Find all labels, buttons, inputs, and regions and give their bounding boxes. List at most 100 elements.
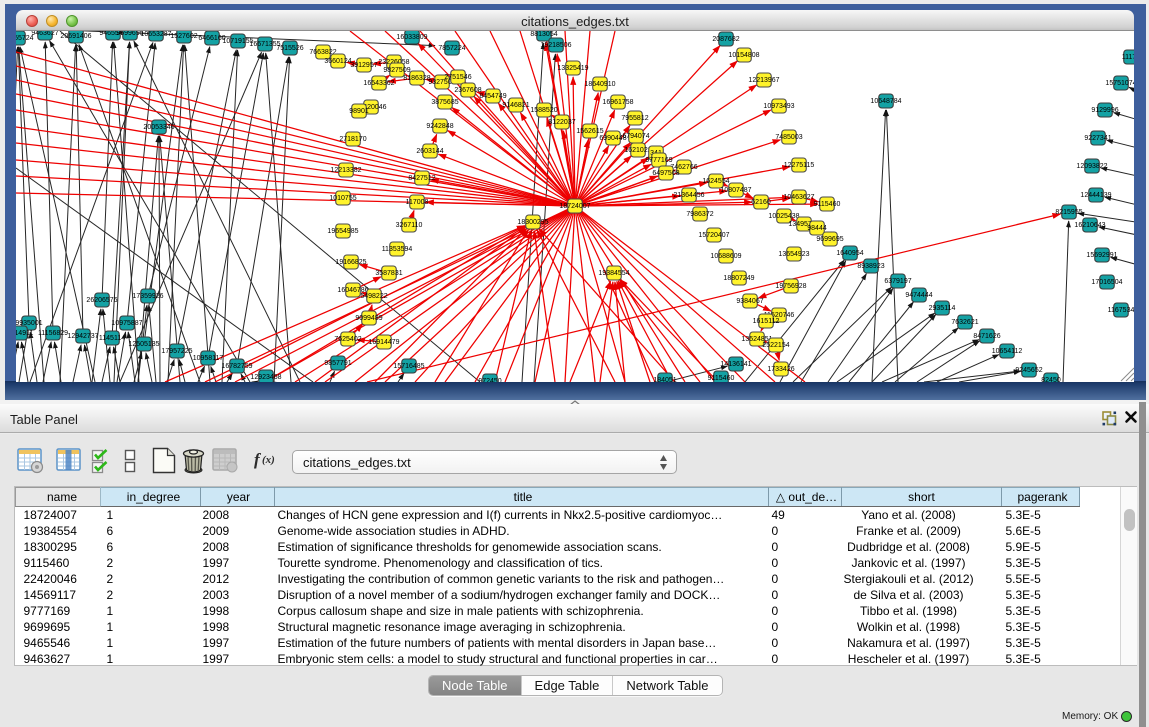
svg-text:117008: 117008 [406, 199, 429, 206]
svg-text:7857224: 7857224 [438, 45, 465, 52]
svg-text:2367608: 2367608 [454, 87, 481, 94]
svg-text:98444: 98444 [807, 225, 827, 232]
svg-text:10975887: 10975887 [111, 320, 142, 327]
svg-text:13325419: 13325419 [557, 65, 588, 72]
svg-text:7485003: 7485003 [775, 134, 802, 141]
svg-text:12942737: 12942737 [67, 333, 98, 340]
svg-text:184051: 184051 [653, 377, 676, 382]
svg-text:17957225: 17957225 [161, 348, 192, 355]
svg-text:9129996: 9129996 [1091, 107, 1118, 114]
svg-text:9914911: 9914911 [16, 330, 33, 337]
svg-text:1588520: 1588520 [530, 107, 557, 114]
svg-text:16543362: 16543362 [363, 80, 394, 87]
svg-text:1010755: 1010755 [329, 195, 356, 202]
svg-text:9245652: 9245652 [1015, 367, 1042, 374]
svg-text:7515526: 7515526 [276, 45, 303, 52]
svg-text:10958117: 10958117 [193, 355, 224, 362]
svg-text:15692991: 15692991 [1086, 252, 1117, 259]
svg-text:9827509: 9827509 [383, 67, 410, 74]
svg-text:7625402: 7625402 [334, 336, 361, 343]
svg-text:26206576: 26206576 [86, 297, 117, 304]
svg-text:10654112: 10654112 [992, 348, 1023, 355]
svg-text:19654985: 19654985 [327, 228, 358, 235]
svg-text:10154808: 10154808 [728, 52, 759, 59]
svg-text:10025438: 10025438 [768, 213, 799, 220]
svg-text:f: f [254, 450, 262, 469]
svg-text:12213382: 12213382 [330, 167, 361, 174]
svg-text:8427512: 8427512 [408, 175, 435, 182]
svg-text:1624554: 1624554 [702, 178, 729, 185]
svg-text:13654923: 13654923 [778, 251, 809, 258]
svg-text:972450: 972450 [478, 378, 501, 382]
svg-text:19218506: 19218506 [540, 42, 571, 49]
svg-text:98901: 98901 [349, 108, 369, 115]
svg-text:17359926: 17359926 [132, 293, 163, 300]
svg-text:7986372: 7986372 [686, 211, 713, 218]
svg-text:12505135: 12505135 [128, 341, 159, 348]
svg-text:12923468: 12923468 [250, 374, 281, 381]
svg-text:16782759: 16782759 [221, 363, 252, 370]
svg-text:1562615: 1562615 [576, 128, 603, 135]
svg-text:18807249: 18807249 [723, 275, 754, 282]
svg-text:9857791: 9857791 [324, 360, 351, 367]
svg-text:11172: 11172 [1122, 54, 1134, 61]
svg-text:1527602: 1527602 [170, 33, 197, 40]
svg-text:3912957: 3912957 [350, 62, 377, 69]
svg-text:1733426: 1733426 [767, 366, 794, 373]
svg-text:62160: 62160 [751, 199, 771, 206]
svg-text:7955812: 7955812 [621, 115, 648, 122]
svg-text:15716485: 15716485 [393, 363, 424, 370]
svg-text:9777169: 9777169 [645, 157, 672, 164]
svg-text:9227341: 9227341 [1084, 135, 1111, 142]
svg-text:9384067: 9384067 [736, 298, 763, 305]
svg-text:6497508: 6497508 [652, 170, 679, 177]
svg-text:1615112: 1615112 [753, 318, 780, 325]
svg-text:10688609: 10688609 [710, 253, 741, 260]
svg-text:12093822: 12093822 [1076, 163, 1107, 170]
svg-text:18300295: 18300295 [517, 219, 548, 226]
svg-text:9115460: 9115460 [708, 375, 735, 382]
svg-text:9474444: 9474444 [905, 292, 932, 299]
svg-text:9099489: 9099489 [355, 315, 382, 322]
svg-text:18640910: 18640910 [584, 81, 615, 88]
svg-text:20691406: 20691406 [60, 33, 91, 40]
svg-text:(x): (x) [262, 454, 275, 466]
svg-text:10973493: 10973493 [763, 103, 794, 110]
svg-text:18724007: 18724007 [559, 203, 590, 210]
svg-text:2718170: 2718170 [339, 136, 366, 143]
svg-text:16961758: 16961758 [602, 99, 633, 106]
svg-text:15720407: 15720407 [698, 232, 729, 239]
svg-text:10807487: 10807487 [720, 187, 751, 194]
svg-text:2087682: 2087682 [712, 36, 739, 43]
svg-text:6794074: 6794074 [622, 133, 649, 140]
svg-text:12275115: 12275115 [784, 162, 815, 169]
svg-text:2603144: 2603144 [416, 148, 443, 155]
svg-text:19166825: 19166825 [335, 259, 366, 266]
svg-text:2935114: 2935114 [929, 305, 956, 312]
svg-text:10463627: 10463627 [783, 194, 814, 201]
svg-text:14136141: 14136141 [720, 361, 751, 368]
svg-text:3875685: 3875685 [431, 99, 458, 106]
svg-text:10653287: 10653287 [140, 31, 171, 38]
svg-text:12213967: 12213967 [748, 77, 779, 84]
svg-text:20053346: 20053346 [143, 124, 174, 131]
svg-text:19756928: 19756928 [775, 283, 806, 290]
svg-text:1145114: 1145114 [99, 335, 125, 342]
svg-text:7632621: 7632621 [951, 319, 978, 326]
svg-text:11156829: 11156829 [38, 330, 68, 337]
svg-text:9463627: 9463627 [31, 31, 58, 37]
svg-text:16033809: 16033809 [396, 34, 427, 41]
svg-text:3660124: 3660124 [324, 58, 351, 65]
svg-text:8813054: 8813054 [530, 31, 557, 38]
svg-text:11353594: 11353594 [382, 246, 413, 253]
svg-text:8215955: 8215955 [1055, 209, 1082, 216]
svg-text:1621022: 1621022 [624, 147, 651, 154]
svg-text:8122037: 8122037 [548, 119, 575, 126]
svg-text:3267110: 3267110 [396, 222, 423, 229]
svg-text:16210643: 16210643 [1074, 222, 1105, 229]
svg-text:82450: 82450 [1041, 377, 1061, 382]
svg-text:1167534: 1167534 [1108, 307, 1134, 314]
svg-text:9115460: 9115460 [814, 201, 841, 208]
svg-text:16914479: 16914479 [368, 339, 399, 346]
svg-text:8471626: 8471626 [973, 333, 1000, 340]
